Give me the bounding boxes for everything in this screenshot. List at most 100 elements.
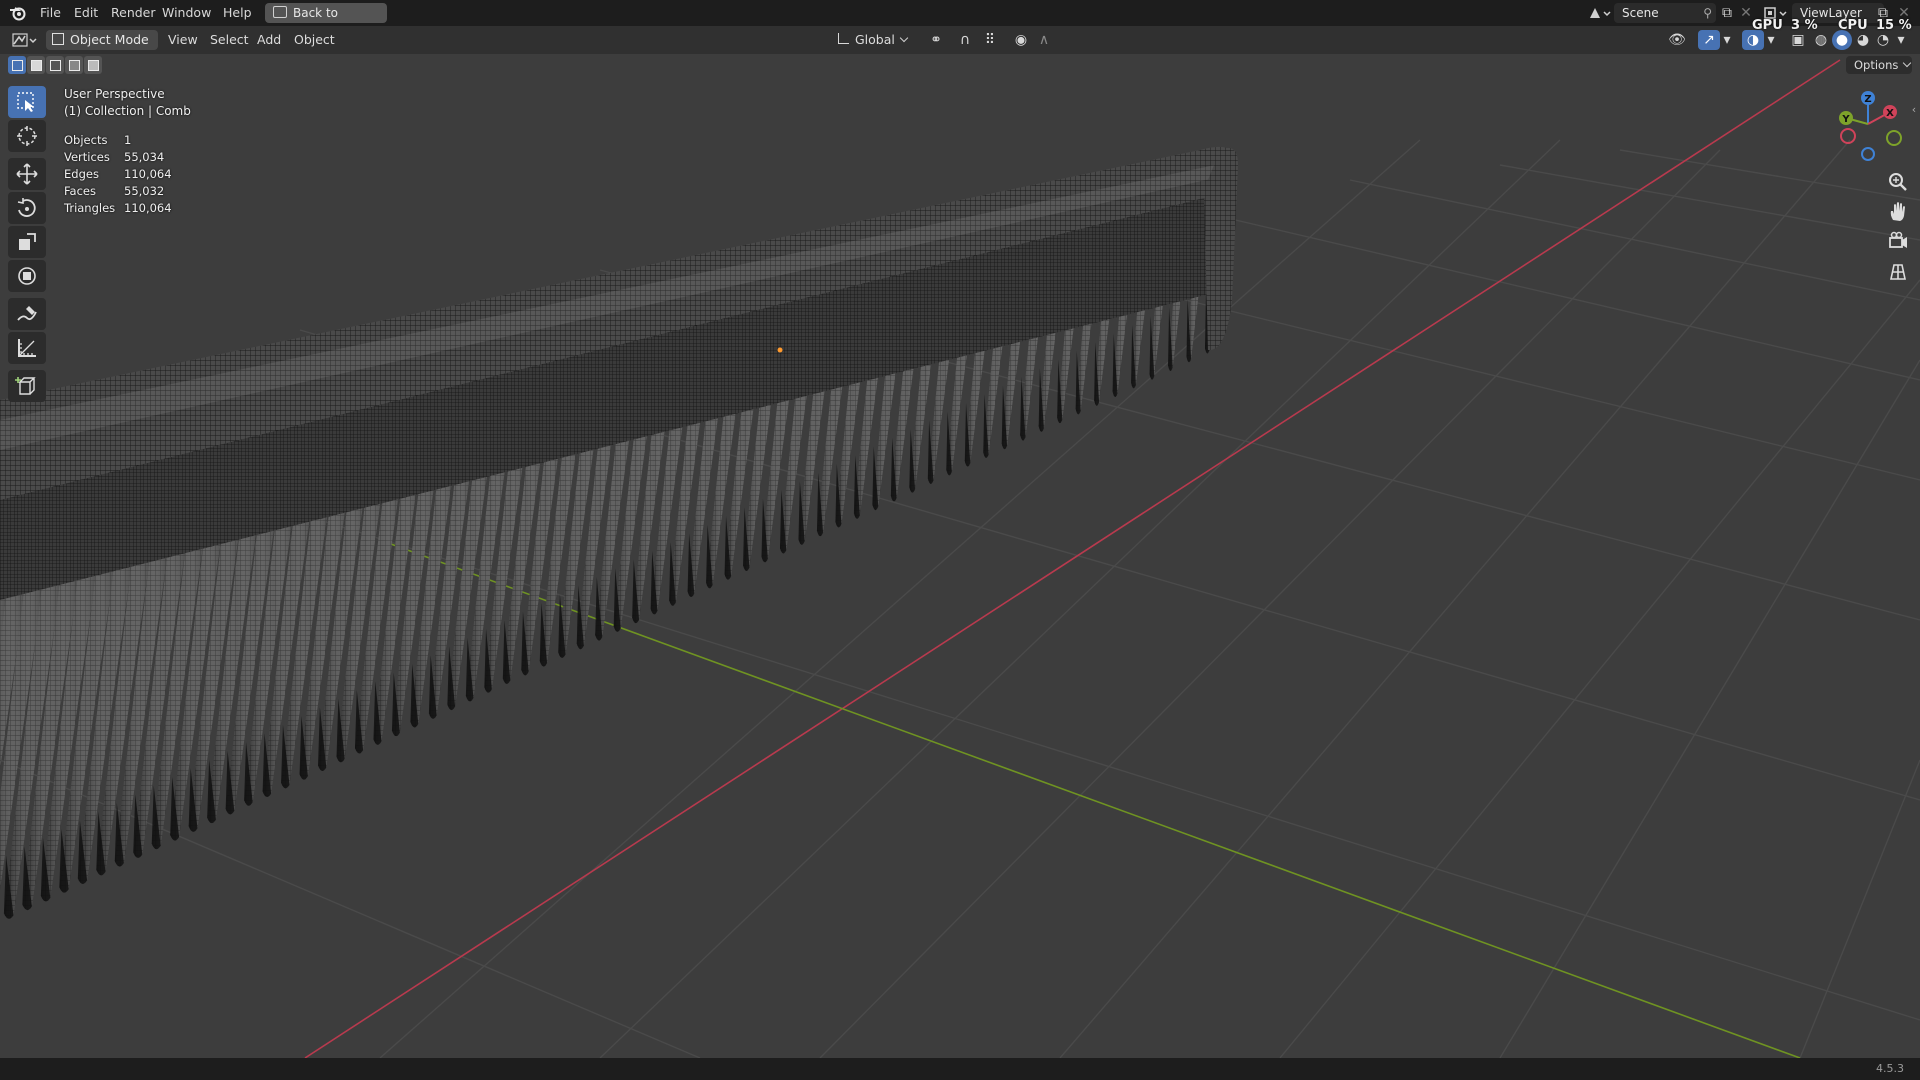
overlays-dropdown-icon[interactable]: ▾ xyxy=(1764,32,1778,48)
hand-icon xyxy=(1890,202,1905,221)
menu-render[interactable]: Render xyxy=(105,4,162,22)
object-origin-point xyxy=(777,347,783,353)
menu-add[interactable]: Add xyxy=(257,31,281,49)
options-label: Options xyxy=(1854,58,1899,72)
3d-viewport[interactable]: Z X Y ‹ xyxy=(0,54,1920,1058)
select-invert-button[interactable] xyxy=(65,56,83,74)
select-subtract-icon xyxy=(50,60,61,71)
scene-name-field[interactable]: Scene ⚲ xyxy=(1614,3,1716,23)
mode-label: Object Mode xyxy=(70,32,149,47)
stat-triangles-value: 110,064 xyxy=(124,201,172,215)
version-text: 4.5.3 xyxy=(1876,1062,1904,1075)
selection-mode-group xyxy=(8,56,104,76)
gizmo-icon: ↗ xyxy=(1703,32,1715,48)
gizmo-neg-y-handle[interactable] xyxy=(1886,130,1902,146)
navigation-gizmo[interactable]: Z X Y xyxy=(1828,84,1908,164)
move-tool[interactable] xyxy=(8,158,46,190)
solid-shading-icon: ● xyxy=(1835,32,1849,48)
annotate-icon xyxy=(17,306,37,321)
snap-target-icon[interactable]: ⠿ xyxy=(976,32,1004,48)
move-icon xyxy=(16,163,38,185)
wireframe-shading-icon[interactable]: ◍ xyxy=(1812,32,1830,48)
rendered-shading-icon[interactable]: ◔ xyxy=(1874,32,1892,48)
measure-icon xyxy=(18,339,36,357)
annotate-tool[interactable] xyxy=(8,298,46,330)
transform-tool[interactable] xyxy=(8,260,46,292)
select-new-button[interactable] xyxy=(8,56,26,74)
stat-edges-label: Edges xyxy=(64,167,99,181)
menu-object[interactable]: Object xyxy=(294,31,335,49)
sidebar-toggle-icon[interactable]: ‹ xyxy=(1908,102,1920,118)
rotate-tool[interactable] xyxy=(8,192,46,224)
scene-name: Scene xyxy=(1622,6,1659,20)
perspective-toggle-button[interactable] xyxy=(1884,258,1912,286)
zoom-button[interactable] xyxy=(1884,168,1912,196)
select-box-tool[interactable] xyxy=(8,86,46,118)
visibility-icon[interactable]: 👁 xyxy=(1664,32,1690,48)
select-invert-icon xyxy=(69,60,80,71)
stat-vertices-label: Vertices xyxy=(64,150,110,164)
gizmo-neg-z-handle[interactable] xyxy=(1861,147,1875,161)
gpu-label: GPU xyxy=(1752,18,1783,33)
collection-text: (1) Collection | Comb xyxy=(64,104,191,118)
pivot-point-icon[interactable]: ⚭ xyxy=(922,32,950,48)
gizmo-neg-x-handle[interactable] xyxy=(1840,128,1856,144)
viewport-scene[interactable] xyxy=(0,54,1920,1058)
overlays-toggle[interactable]: ◑ xyxy=(1742,30,1764,50)
select-intersect-icon xyxy=(88,60,99,71)
blender-logo-icon[interactable] xyxy=(8,5,28,21)
add-cube-tool[interactable] xyxy=(8,370,46,402)
viewport-header: Object Mode View Select Add Object Globa… xyxy=(0,26,1920,63)
proportional-editing-icon[interactable]: ◉ xyxy=(1012,32,1030,48)
material-preview-icon[interactable]: ◕ xyxy=(1854,32,1872,48)
measure-tool[interactable] xyxy=(8,332,46,364)
stat-objects-label: Objects xyxy=(64,133,108,147)
chevron-down-icon xyxy=(1903,58,1912,68)
menu-select[interactable]: Select xyxy=(210,31,249,49)
cursor-tool[interactable] xyxy=(8,120,46,152)
mode-dropdown[interactable]: Object Mode xyxy=(46,30,158,63)
menu-help[interactable]: Help xyxy=(217,4,258,22)
gizmo-y-label: Y xyxy=(1841,114,1850,125)
scale-tool[interactable] xyxy=(8,226,46,258)
comb-end-cap xyxy=(1204,147,1238,351)
select-subtract-button[interactable] xyxy=(46,56,64,74)
new-scene-icon[interactable]: ⧉ xyxy=(1718,5,1736,21)
solid-shading-toggle[interactable]: ● xyxy=(1832,30,1852,50)
menu-edit[interactable]: Edit xyxy=(68,4,104,22)
menu-view[interactable]: View xyxy=(168,31,198,49)
orientation-label: Global xyxy=(855,32,895,47)
select-intersect-button[interactable] xyxy=(84,56,102,74)
select-extend-icon xyxy=(31,60,42,71)
options-dropdown[interactable]: Options xyxy=(1846,56,1912,74)
transform-orientation-dropdown[interactable]: Global xyxy=(838,31,914,49)
scene-selector-icon[interactable] xyxy=(1586,5,1612,25)
stat-edges-value: 110,064 xyxy=(124,167,172,181)
stat-faces-label: Faces xyxy=(64,184,96,198)
gizmo-dropdown-icon[interactable]: ▾ xyxy=(1720,32,1734,48)
pin-icon[interactable]: ⚲ xyxy=(1703,3,1712,23)
overlays-icon: ◑ xyxy=(1746,32,1760,48)
status-bar: 4.5.3 xyxy=(0,1058,1920,1080)
rotate-icon xyxy=(17,198,36,217)
gizmo-toggle[interactable]: ↗ xyxy=(1698,30,1720,50)
menu-file[interactable]: File xyxy=(34,4,67,22)
add-cube-icon xyxy=(15,377,36,395)
editor-type-icon[interactable] xyxy=(10,32,40,52)
back-to-previous-button[interactable]: Back to Previous xyxy=(265,3,387,40)
menu-window[interactable]: Window xyxy=(156,4,217,22)
select-extend-button[interactable] xyxy=(27,56,45,74)
gizmo-z-label: Z xyxy=(1864,94,1871,105)
shading-dropdown-icon[interactable]: ▾ xyxy=(1894,32,1908,48)
snap-toggle-icon[interactable]: ∩ xyxy=(956,32,974,48)
stat-objects-value: 1 xyxy=(124,133,132,147)
falloff-icon[interactable]: ∧ xyxy=(1032,32,1056,48)
xray-toggle-icon[interactable]: ▣ xyxy=(1788,32,1808,48)
cpu-label: CPU xyxy=(1838,18,1868,33)
zoom-icon xyxy=(1889,173,1907,191)
stat-vertices-value: 55,034 xyxy=(124,150,165,164)
top-menu-bar: File Edit Render Window Help Back to Pre… xyxy=(0,0,1920,40)
camera-view-button[interactable] xyxy=(1884,228,1912,256)
chevron-down-icon xyxy=(899,33,909,43)
pan-button[interactable] xyxy=(1884,198,1912,226)
